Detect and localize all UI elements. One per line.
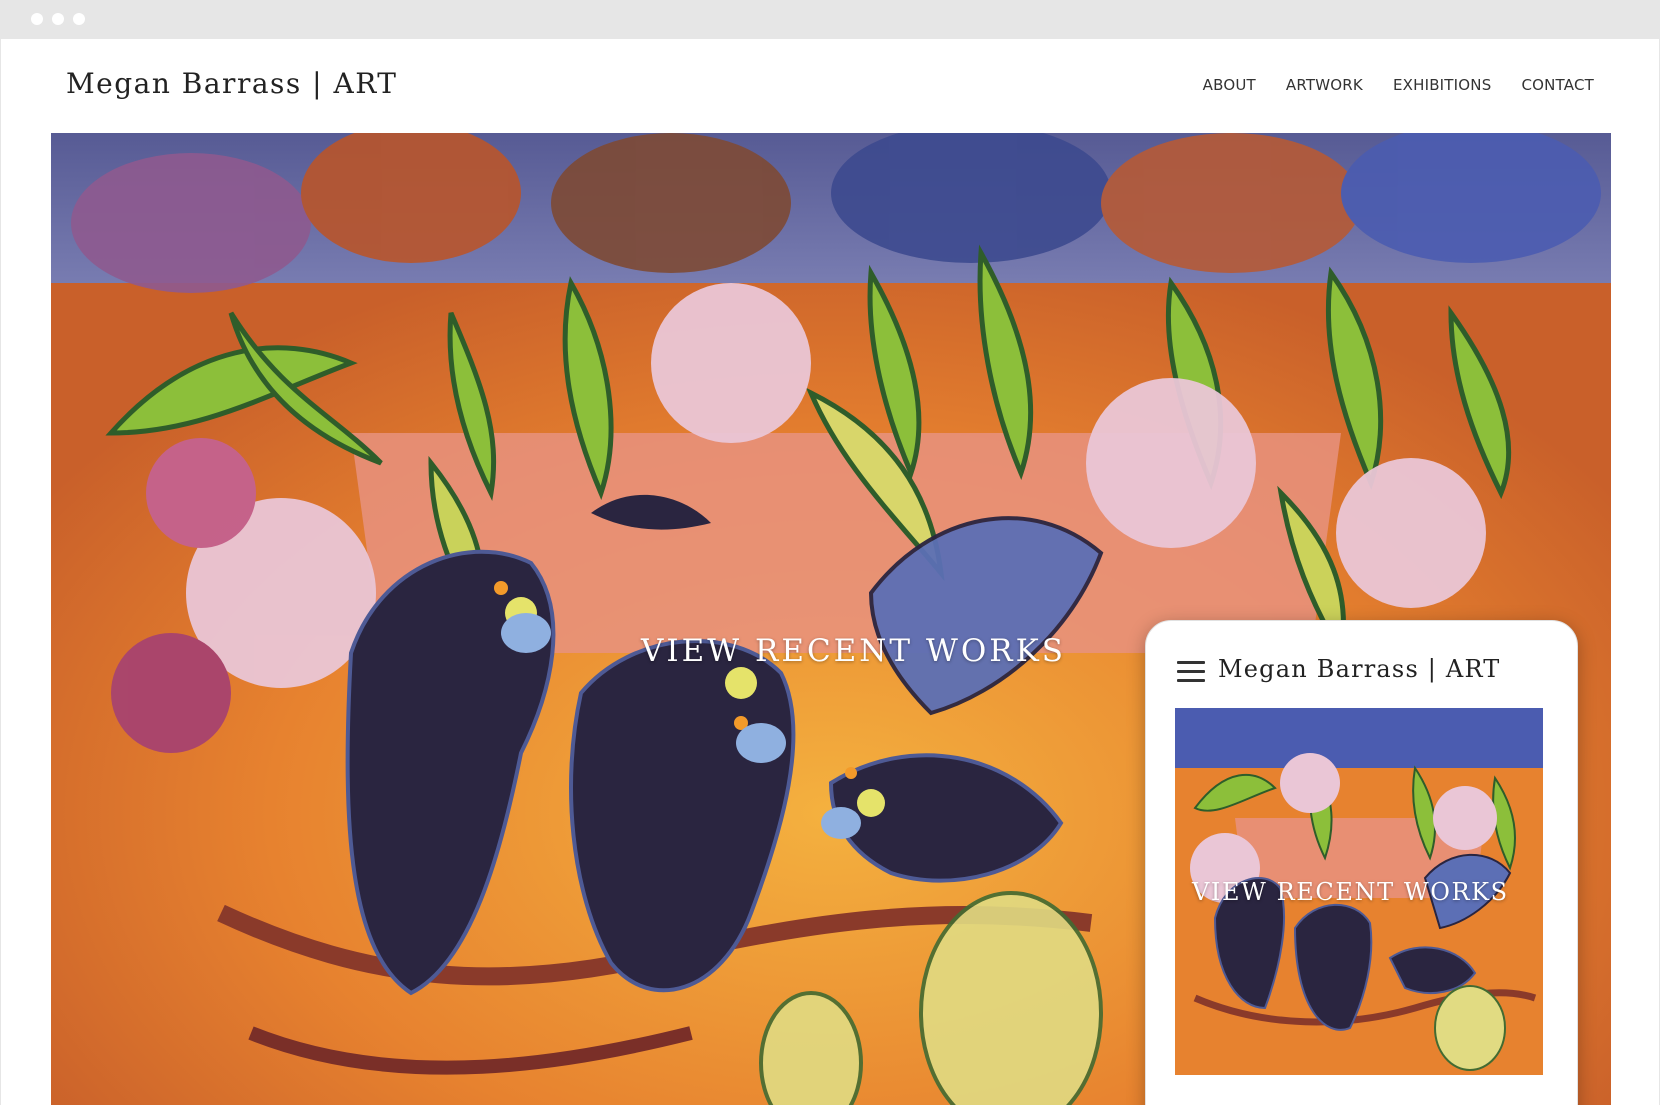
- mobile-site-logo[interactable]: Megan Barrass | ART: [1218, 655, 1501, 683]
- nav-contact[interactable]: CONTACT: [1521, 76, 1594, 94]
- window-control-dot-icon[interactable]: [31, 13, 43, 25]
- nav-exhibitions[interactable]: EXHIBITIONS: [1393, 76, 1492, 94]
- window-control-dot-icon[interactable]: [73, 13, 85, 25]
- browser-title-bar: [0, 0, 1660, 39]
- view-recent-works-link[interactable]: VIEW RECENT WORKS: [641, 633, 1066, 669]
- nav-about[interactable]: ABOUT: [1203, 76, 1256, 94]
- mobile-screen: Megan Barrass | ART VIEW RECENT WORKS: [1165, 637, 1562, 1105]
- mobile-preview-device: Megan Barrass | ART VIEW RECENT WORKS: [1145, 620, 1578, 1105]
- nav-artwork[interactable]: ARTWORK: [1286, 76, 1363, 94]
- site-logo[interactable]: Megan Barrass | ART: [66, 67, 397, 100]
- browser-viewport: Megan Barrass | ART ABOUT ARTWORK EXHIBI…: [0, 39, 1660, 1105]
- hamburger-icon[interactable]: [1177, 661, 1205, 683]
- mobile-hero-banner: VIEW RECENT WORKS: [1175, 708, 1543, 1075]
- mobile-view-recent-works-link[interactable]: VIEW RECENT WORKS: [1192, 878, 1509, 906]
- window-control-dot-icon[interactable]: [52, 13, 64, 25]
- site-header: Megan Barrass | ART ABOUT ARTWORK EXHIBI…: [1, 39, 1659, 133]
- main-nav: ABOUT ARTWORK EXHIBITIONS CONTACT: [1203, 76, 1594, 94]
